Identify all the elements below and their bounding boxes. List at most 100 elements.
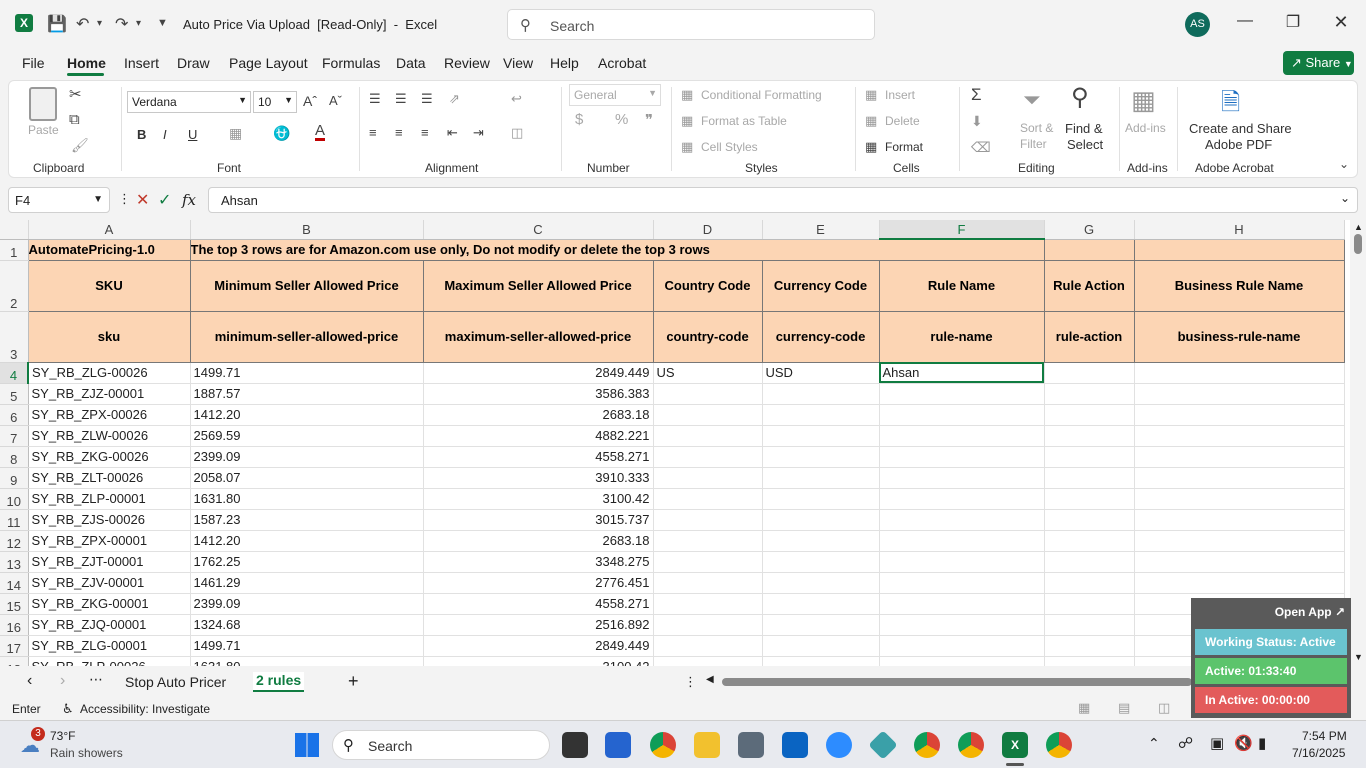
decrease-font-icon[interactable]: Aˇ [329,93,342,108]
currency-code-cell[interactable] [762,530,880,552]
find-select-label-2[interactable]: Select [1067,137,1103,152]
max-price-cell[interactable]: 2849.449 [423,635,654,657]
country-code-cell[interactable] [653,572,763,594]
min-price-cell[interactable]: 1762.25 [190,551,424,573]
chrome-profile-2-icon[interactable] [958,732,984,758]
min-price-cell[interactable]: 1461.29 [190,572,424,594]
percent-button[interactable]: % [615,111,628,128]
column-header[interactable]: D [653,220,763,240]
redo-dropdown-icon[interactable]: ▾ [136,18,141,29]
header-cell[interactable]: The top 3 rows are for Amazon.com use on… [190,239,879,261]
rule-action-cell[interactable] [1044,404,1135,426]
tab-review[interactable]: Review [444,55,490,71]
vertical-scroll-thumb[interactable] [1354,234,1362,254]
fill-icon[interactable]: ⬇ [971,113,983,130]
close-icon[interactable]: ✕ [1328,12,1354,36]
row-header[interactable]: 1 [0,239,29,261]
borders-icon[interactable]: ▦ [229,125,242,142]
tab-help[interactable]: Help [550,55,579,71]
max-price-cell[interactable]: 3015.737 [423,509,654,531]
redo-icon[interactable]: ↷ [115,14,128,34]
calculator-icon[interactable] [738,732,764,758]
max-price-cell[interactable]: 4558.271 [423,446,654,468]
conditional-formatting-icon[interactable]: ▦ [681,87,693,103]
rule-name-cell[interactable] [879,572,1045,594]
min-price-cell[interactable]: 1631.80 [190,656,424,666]
sort-filter-label-2[interactable]: Filter [1020,137,1047,151]
row-header[interactable]: 12 [0,530,29,552]
rule-name-cell[interactable] [879,404,1045,426]
cell-styles-icon[interactable]: ▦ [681,139,693,155]
row-header[interactable]: 9 [0,467,29,489]
country-code-cell[interactable]: US [653,362,763,384]
rule-name-cell[interactable] [879,635,1045,657]
min-price-cell[interactable]: 1631.80 [190,488,424,510]
country-code-cell[interactable] [653,404,763,426]
font-name-select[interactable]: Verdana ▼ [127,91,251,113]
increase-indent-icon[interactable]: ⇥ [473,125,484,141]
avatar[interactable]: AS [1185,12,1210,37]
chrome-icon[interactable] [650,732,676,758]
rule-name-cell[interactable] [879,425,1045,447]
create-pdf-label-2[interactable]: Adobe PDF [1205,137,1272,152]
rule-name-cell[interactable] [879,551,1045,573]
max-price-cell[interactable]: 3100.42 [423,656,654,666]
tab-acrobat[interactable]: Acrobat [598,55,646,71]
bold-button[interactable]: B [137,127,146,142]
restore-icon[interactable]: ❐ [1280,12,1306,36]
align-right-icon[interactable]: ≡ [421,125,429,140]
header-cell[interactable] [1044,239,1135,261]
currency-code-cell[interactable] [762,383,880,405]
header-cell[interactable]: rule-name [879,311,1045,363]
confirm-entry-icon[interactable]: ✓ [158,190,171,210]
scroll-down-icon[interactable]: ▼ [1354,652,1363,662]
decrease-indent-icon[interactable]: ⇤ [447,125,458,141]
country-code-cell[interactable] [653,593,763,615]
align-center-icon[interactable]: ≡ [395,125,403,140]
tab-view[interactable]: View [503,55,533,71]
business-rule-name-cell[interactable] [1134,467,1345,489]
max-price-cell[interactable]: 4558.271 [423,593,654,615]
scroll-left-icon[interactable]: ◀ [706,674,714,685]
undo-icon[interactable]: ↶ [76,14,89,34]
rule-action-cell[interactable] [1044,383,1135,405]
sku-cell[interactable]: SY_RB_ZKG-00001 [28,593,191,615]
chrome-profile-3-icon[interactable] [1046,732,1072,758]
rule-action-cell[interactable] [1044,488,1135,510]
business-rule-name-cell[interactable] [1134,530,1345,552]
sku-cell[interactable]: SY_RB_ZJV-00001 [28,572,191,594]
sku-cell[interactable]: SY_RB_ZLT-00026 [28,467,191,489]
currency-code-cell[interactable] [762,467,880,489]
sku-cell[interactable]: SY_RB_ZLG-00026 [28,362,191,384]
currency-code-cell[interactable] [762,404,880,426]
max-price-cell[interactable]: 3348.275 [423,551,654,573]
number-format-select[interactable]: General ▼ [569,84,661,106]
copy-icon[interactable]: ⧉ [69,111,80,128]
country-code-cell[interactable] [653,446,763,468]
country-code-cell[interactable] [653,488,763,510]
sku-cell[interactable]: SY_RB_ZKG-00026 [28,446,191,468]
tab-split-handle[interactable]: ⋮ [684,674,697,690]
format-painter-icon[interactable]: 🖌 [71,137,89,154]
currency-code-cell[interactable] [762,635,880,657]
row-header[interactable]: 3 [0,311,29,363]
insert-function-icon[interactable]: fx [182,191,196,209]
orientation-icon[interactable]: ⇗ [449,91,460,107]
fill-color-icon[interactable]: ⛎ [273,125,290,142]
store-app-icon[interactable] [605,732,631,758]
min-price-cell[interactable]: 2399.09 [190,446,424,468]
business-rule-name-cell[interactable] [1134,446,1345,468]
tab-insert[interactable]: Insert [124,55,159,71]
tab-file[interactable]: File [22,55,45,71]
country-code-cell[interactable] [653,656,763,666]
header-cell[interactable] [1134,239,1345,261]
sort-filter-icon[interactable]: ⏷ [1023,87,1041,113]
row-header[interactable]: 6 [0,404,29,426]
row-header[interactable]: 13 [0,551,29,573]
business-rule-name-cell[interactable] [1134,572,1345,594]
wrap-text-icon[interactable]: ↩ [511,91,522,107]
header-cell[interactable]: business-rule-name [1134,311,1345,363]
font-size-select[interactable]: 10 ▼ [253,91,297,113]
row-header[interactable]: 5 [0,383,29,405]
business-rule-name-cell[interactable] [1134,425,1345,447]
